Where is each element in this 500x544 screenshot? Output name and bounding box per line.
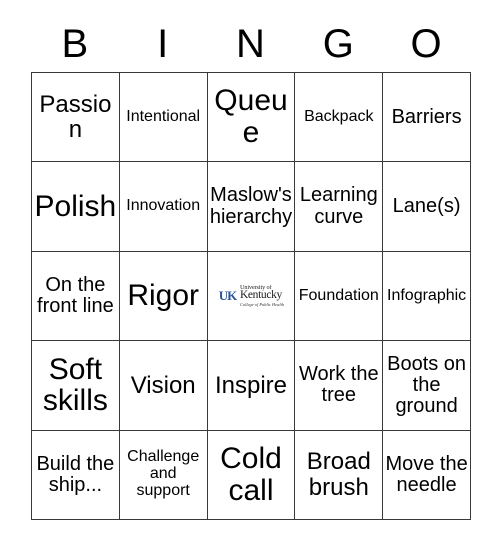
- bingo-cell-label: Intentional: [126, 107, 201, 125]
- bingo-cell-label: Backpack: [304, 107, 374, 125]
- bingo-cell-label: Boots on the ground: [387, 352, 467, 417]
- bingo-cell-b4[interactable]: Soft skills: [31, 340, 120, 431]
- bingo-cell-n1[interactable]: Queue: [206, 71, 296, 163]
- bingo-cell-i2[interactable]: Innovation: [118, 161, 208, 252]
- bingo-cell-label: Soft skills: [42, 352, 108, 418]
- bingo-cell-label: Vision: [130, 371, 196, 399]
- bingo-row-5: Build the ship... Challenge and support …: [31, 429, 471, 521]
- bingo-cell-n5[interactable]: Cold call: [206, 429, 296, 521]
- bingo-cell-label: Innovation: [126, 197, 201, 215]
- bingo-cell-g1[interactable]: Backpack: [294, 71, 384, 163]
- bingo-cell-i4[interactable]: Vision: [118, 340, 208, 431]
- bingo-row-3: On the front line Rigor UK University of…: [31, 250, 471, 342]
- bingo-cell-b1[interactable]: Passion: [31, 71, 120, 163]
- bingo-header-letter-o: O: [410, 22, 442, 66]
- bingo-header-letter-n: N: [236, 22, 265, 66]
- bingo-header-letter-b: B: [61, 22, 89, 66]
- bingo-cell-label: Move the needle: [385, 452, 468, 496]
- bingo-cell-g2[interactable]: Learning curve: [294, 161, 384, 252]
- bingo-cell-b3[interactable]: On the front line: [31, 250, 120, 342]
- uk-monogram-icon: UK: [218, 288, 238, 304]
- bingo-cell-label: Learning curve: [299, 184, 378, 228]
- bingo-header-letter-g: G: [322, 22, 354, 66]
- bingo-cell-label: Work the tree: [298, 363, 379, 407]
- bingo-cell-i5[interactable]: Challenge and support: [118, 429, 208, 521]
- bingo-cell-i1[interactable]: Intentional: [118, 71, 208, 163]
- bingo-cell-label: Challenge and support: [127, 448, 200, 500]
- bingo-cell-g3[interactable]: Foundation: [294, 250, 384, 342]
- bingo-cell-b5[interactable]: Build the ship...: [31, 429, 120, 521]
- bingo-row-1: Passion Intentional Queue Backpack Barri…: [31, 71, 471, 163]
- bingo-cell-g4[interactable]: Work the tree: [294, 340, 384, 431]
- uk-wordmark-line3: College of Public Health: [239, 302, 285, 308]
- bingo-cell-n4[interactable]: Inspire: [206, 340, 296, 431]
- bingo-cell-label: Maslow's hierarchy: [209, 184, 293, 228]
- bingo-header-letter-i: I: [157, 22, 169, 66]
- bingo-cell-o5[interactable]: Move the needle: [382, 429, 471, 521]
- bingo-cell-label: Queue: [214, 84, 288, 150]
- bingo-row-2: Polish Innovation Maslow's hierarchy Lea…: [31, 161, 471, 252]
- bingo-cell-label: Rigor: [127, 279, 200, 313]
- bingo-cell-label: On the front line: [37, 273, 114, 317]
- bingo-cell-label: Broad brush: [306, 448, 371, 501]
- bingo-cell-label: Infographic: [387, 286, 467, 304]
- bingo-cell-label: Passion: [39, 90, 112, 144]
- bingo-cell-label: Polish: [34, 189, 117, 223]
- bingo-row-4: Soft skills Vision Inspire Work the tree…: [31, 340, 471, 431]
- bingo-cell-n2[interactable]: Maslow's hierarchy: [206, 161, 296, 252]
- bingo-cell-free-space[interactable]: UK University of Kentucky College of Pub…: [206, 250, 296, 342]
- bingo-cell-label: Barriers: [391, 105, 462, 128]
- bingo-cell-i3[interactable]: Rigor: [118, 250, 208, 342]
- bingo-cell-o2[interactable]: Lane(s): [382, 161, 471, 252]
- uk-wordmark: University of Kentucky College of Public…: [240, 285, 284, 308]
- bingo-cell-b2[interactable]: Polish: [31, 161, 120, 252]
- bingo-header-row: B I N G O: [31, 16, 470, 72]
- university-of-kentucky-logo: UK University of Kentucky College of Pub…: [208, 252, 294, 339]
- bingo-cell-o4[interactable]: Boots on the ground: [382, 340, 471, 431]
- bingo-cell-o3[interactable]: Infographic: [382, 250, 471, 342]
- bingo-cell-o1[interactable]: Barriers: [382, 71, 471, 163]
- bingo-cell-label: Foundation: [298, 286, 379, 304]
- bingo-cell-label: Lane(s): [392, 194, 461, 217]
- bingo-card: B I N G O Passion Intentional Queue Back…: [0, 0, 500, 544]
- bingo-cell-g5[interactable]: Broad brush: [294, 429, 384, 521]
- bingo-grid: Passion Intentional Queue Backpack Barri…: [31, 71, 471, 521]
- bingo-cell-label: Inspire: [214, 371, 288, 399]
- uk-wordmark-line2: Kentucky: [239, 289, 282, 302]
- bingo-cell-label: Build the ship...: [36, 452, 115, 496]
- bingo-cell-label: Cold call: [220, 441, 282, 507]
